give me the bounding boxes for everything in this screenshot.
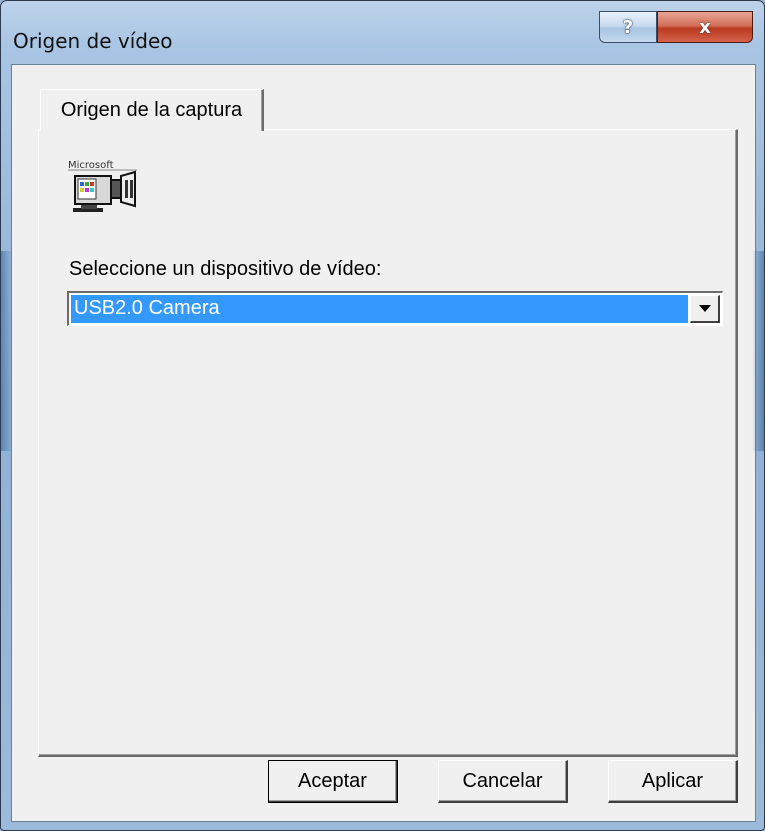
window-title: Origen de vídeo [13, 29, 173, 53]
video-device-select[interactable]: USB2.0 Camera [67, 291, 723, 326]
dropdown-arrow-button[interactable] [690, 295, 720, 323]
cancel-button[interactable]: Cancelar [438, 760, 568, 803]
close-icon: x [699, 16, 711, 38]
tab-origen-de-la-captura[interactable]: Origen de la captura [40, 89, 264, 131]
apply-button[interactable]: Aplicar [608, 760, 738, 803]
dialog-client-area: Origen de la captura Microsoft Seleccion… [11, 64, 756, 822]
tab-panel: Microsoft Seleccione un dispositivo de v… [38, 129, 738, 757]
video-camera-icon: Microsoft [68, 160, 137, 212]
close-button[interactable]: x [657, 11, 753, 43]
device-label: Seleccione un dispositivo de vídeo: [69, 258, 382, 280]
help-icon: ? [622, 16, 634, 38]
ok-button[interactable]: Aceptar [268, 760, 398, 803]
tab-label: Origen de la captura [60, 99, 243, 121]
help-button[interactable]: ? [599, 11, 657, 43]
dropdown-arrow-icon [698, 305, 711, 312]
video-device-selected-value: USB2.0 Camera [71, 295, 688, 323]
dialog-window: Origen de vídeo ? x Origen de la captura… [0, 0, 765, 831]
icon-caption: Microsoft [68, 160, 114, 171]
